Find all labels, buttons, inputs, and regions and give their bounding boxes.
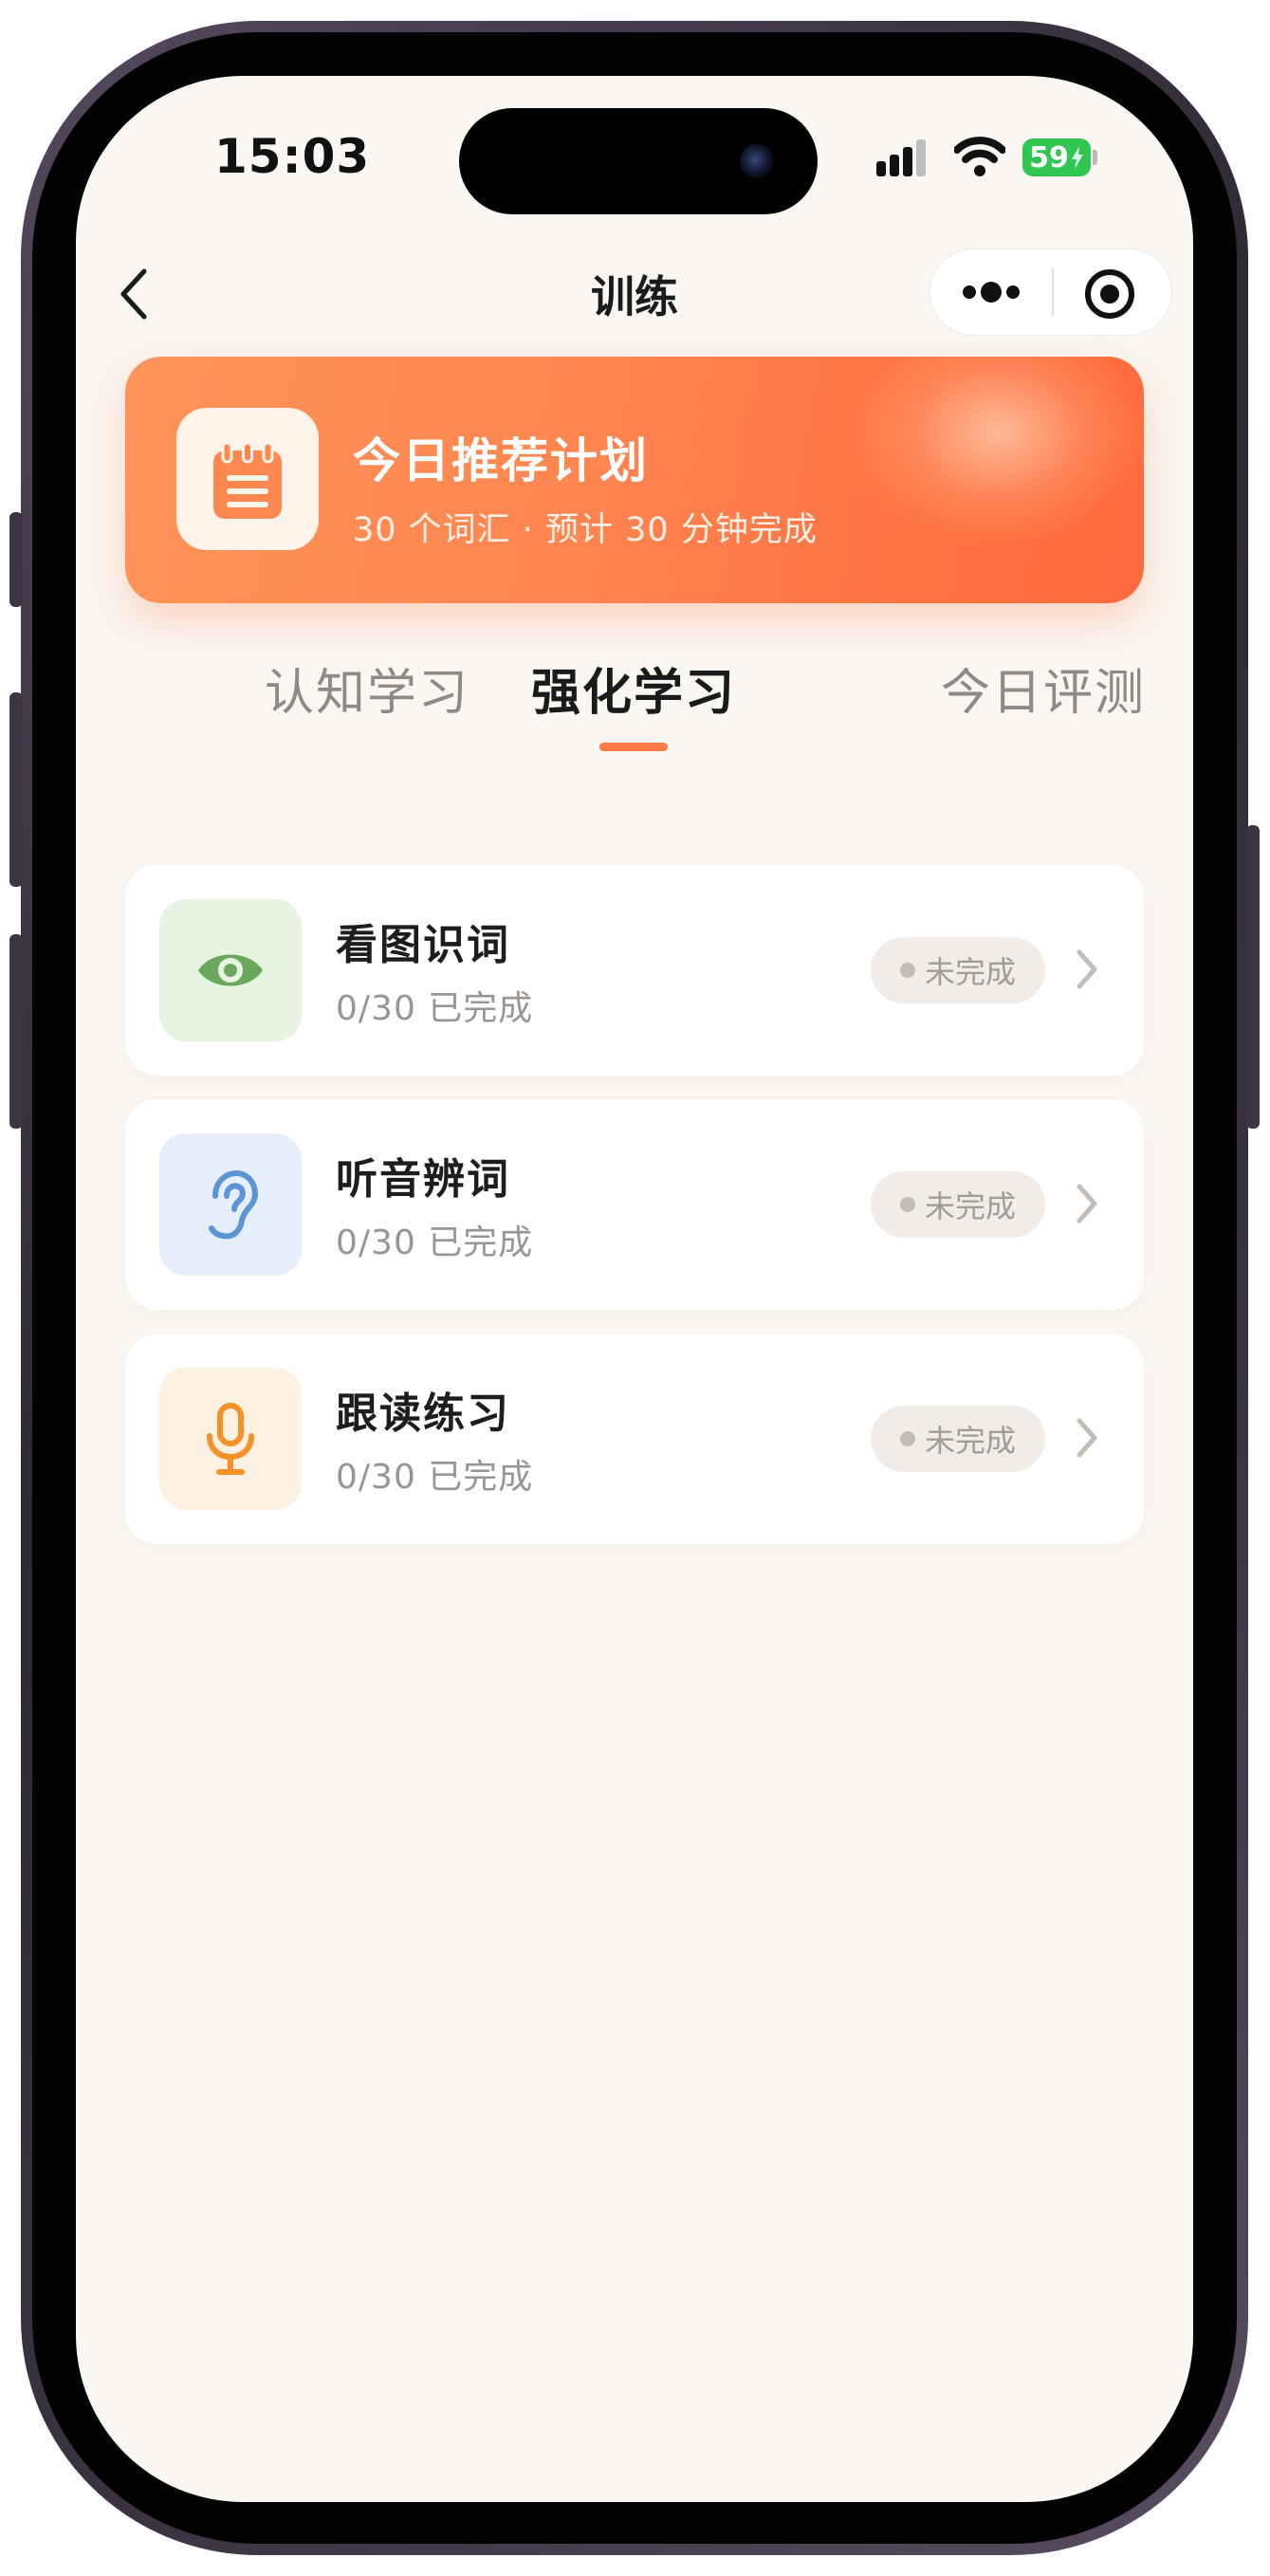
status-badge: 未完成 [871,1171,1045,1238]
battery-tip [1093,150,1097,165]
banner-icon-box [176,408,319,550]
banner-subtitle: 30 个词汇 · 预计 30 分钟完成 [353,511,818,549]
task-progress: 0/30 已完成 [336,989,534,1028]
battery-level: 59 [1029,140,1069,175]
eye-icon [198,954,263,986]
capsule-divider [1052,267,1054,317]
task-title: 听音辨词 [336,1155,510,1204]
front-camera [740,144,774,178]
target-circle-icon[interactable] [1081,266,1138,322]
task-card-read-along[interactable]: 跟读练习 0/30 已完成 未完成 [125,1334,1144,1544]
task-icon-box [159,1133,302,1276]
more-dots-icon[interactable] [958,275,1024,309]
microphone-icon [207,1403,254,1475]
charging-bolt-icon [1071,146,1083,169]
tab-intensive-learning[interactable]: 强化学习 [491,653,776,724]
task-progress: 0/30 已完成 [336,1224,534,1262]
screen: 15:03 59 训练 今日推荐计划 30 个词汇 · 预计 30 分钟完成 认… [76,76,1193,2502]
notepad-icon [213,441,282,519]
power-button [1246,825,1260,1129]
status-text: 未完成 [924,1188,1016,1224]
wifi-icon [954,137,1005,176]
task-title: 看图识词 [336,921,510,969]
status-text: 未完成 [924,954,1016,990]
chevron-right-icon [1077,1184,1097,1224]
status-dot [899,1431,915,1446]
task-icon-box [159,899,302,1041]
recommendation-banner[interactable]: 今日推荐计划 30 个词汇 · 预计 30 分钟完成 [125,357,1144,603]
status-text: 未完成 [924,1423,1016,1459]
task-icon-box [159,1368,302,1510]
cellular-signal-icon [876,139,926,176]
tab-cognitive-learning[interactable]: 认知学习 [225,653,509,724]
status-dot [899,963,915,978]
tab-daily-assessment[interactable]: 今日评测 [901,653,1186,724]
status-time: 15:03 [214,129,371,184]
status-badge: 未完成 [871,1406,1045,1472]
battery-indicator: 59 [1022,138,1091,176]
task-title: 跟读练习 [336,1389,510,1438]
ear-icon [209,1169,259,1240]
volume-down-button [9,934,23,1129]
active-tab-indicator [599,743,668,751]
task-progress: 0/30 已完成 [336,1458,534,1497]
action-button [9,512,23,607]
task-card-picture-word[interactable]: 看图识词 0/30 已完成 未完成 [125,865,1144,1076]
banner-glow [846,357,1144,546]
chevron-right-icon [1077,1418,1097,1458]
task-card-listen-word[interactable]: 听音辨词 0/30 已完成 未完成 [125,1099,1144,1310]
status-badge: 未完成 [871,937,1045,1003]
banner-title: 今日推荐计划 [353,433,649,488]
volume-up-button [9,692,23,887]
status-dot [899,1197,915,1212]
chevron-right-icon [1077,949,1097,989]
